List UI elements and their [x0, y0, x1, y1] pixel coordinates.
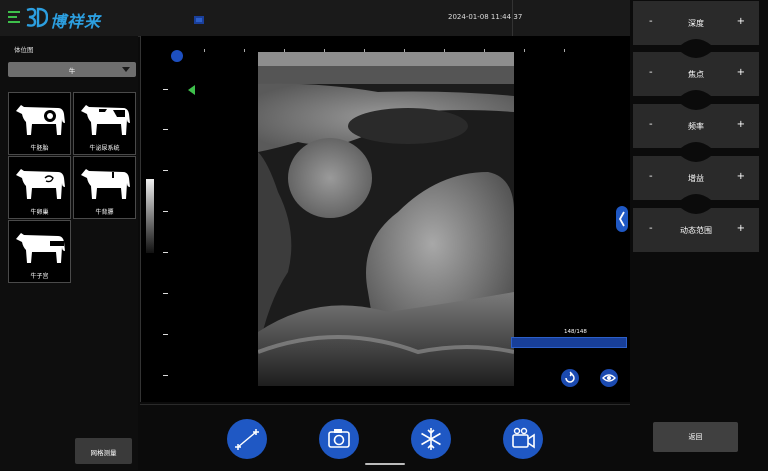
snapshot-button[interactable] — [319, 419, 359, 459]
chevron-down-icon — [122, 67, 130, 72]
panel-title: 体位图 — [14, 46, 34, 54]
thumb-label: 牛卵巢 — [30, 209, 49, 216]
increase-button[interactable]: + — [737, 171, 745, 182]
animal-select-value: 牛 — [68, 67, 76, 75]
cow-icon — [16, 105, 65, 135]
thumb-label: 牛泌尿系统 — [89, 145, 120, 152]
video-icon — [512, 427, 535, 449]
frequency-control[interactable]: - 频率 + — [633, 104, 759, 148]
camera-icon — [328, 429, 350, 448]
body-mark-urinary[interactable]: 牛泌尿系统 — [73, 92, 136, 155]
depth-tick — [163, 89, 168, 90]
ultrasound-view[interactable]: 148/148 — [140, 36, 632, 402]
cow-icon — [81, 169, 130, 199]
cow-icon — [16, 169, 65, 199]
top-bar: 博祥来 2024-01-08 11:44:37 — [0, 0, 630, 37]
thumb-label: 牛胚胎 — [30, 145, 49, 152]
cow-icon — [81, 105, 130, 135]
body-mark-uterus[interactable]: 牛子宫 — [8, 220, 71, 283]
replay-icon[interactable] — [561, 369, 579, 387]
body-mark-ovary[interactable]: 牛卵巢 — [8, 156, 71, 219]
brand-name: 博祥来 — [50, 12, 102, 31]
focus-marker-icon — [188, 85, 195, 95]
cine-progress-bar[interactable] — [511, 337, 627, 348]
depth-tick — [163, 129, 168, 130]
top-tick — [564, 49, 565, 52]
animal-select[interactable]: 牛 — [8, 62, 136, 77]
back-button[interactable]: 返回 — [653, 422, 738, 452]
focus-control[interactable]: - 焦点 + — [633, 52, 759, 96]
increase-button[interactable]: + — [737, 119, 745, 130]
depth-tick — [163, 252, 168, 253]
cine-progress-fill — [512, 338, 626, 347]
frame-counter: 148/148 — [564, 329, 587, 335]
top-tick — [524, 49, 525, 52]
thumb-label: 牛子宫 — [30, 273, 49, 280]
collapse-panel-icon[interactable] — [615, 206, 629, 232]
depth-tick — [163, 375, 168, 376]
grayscale-bar — [146, 179, 154, 253]
depth-tick — [163, 211, 168, 212]
depth-tick — [163, 334, 168, 335]
menu-icon[interactable] — [8, 11, 20, 23]
thumb-label: 牛背膘 — [95, 209, 114, 216]
depth-control[interactable]: - 深度 + — [633, 1, 759, 45]
freeze-button[interactable] — [411, 419, 451, 459]
eye-icon[interactable] — [600, 369, 618, 387]
increase-button[interactable]: + — [737, 16, 745, 27]
depth-tick — [163, 293, 168, 294]
control-panel: - 深度 + - 焦点 + - 频率 + - 增益 + - 动态范围 + 返回 — [630, 0, 768, 470]
measure-icon — [235, 429, 259, 450]
ultrasound-image — [258, 52, 514, 386]
home-indicator — [365, 463, 405, 465]
gain-control[interactable]: - 增益 + — [633, 156, 759, 200]
probe-icon[interactable] — [193, 11, 205, 24]
increase-button[interactable]: + — [737, 223, 745, 234]
measure-button[interactable] — [227, 419, 267, 459]
cow-icon — [16, 233, 65, 263]
dynamic-range-control[interactable]: - 动态范围 + — [633, 208, 759, 252]
orientation-marker — [171, 50, 183, 62]
body-mark-panel: 体位图 牛 牛胚胎 牛泌尿系统 牛卵巢 牛背膘 牛子宫 网格测量 — [0, 36, 138, 470]
body-mark-backfat[interactable]: 牛背膘 — [73, 156, 136, 219]
freeze-icon — [421, 428, 441, 450]
top-tick — [204, 49, 205, 52]
increase-button[interactable]: + — [737, 67, 745, 78]
record-button[interactable] — [503, 419, 543, 459]
top-tick — [244, 49, 245, 52]
body-mark-embryo[interactable]: 牛胚胎 — [8, 92, 71, 155]
depth-tick — [163, 170, 168, 171]
logo-icon — [24, 5, 49, 29]
grid-measure-button[interactable]: 网格测量 — [75, 438, 132, 464]
divider — [512, 0, 513, 36]
bottom-toolbar — [140, 404, 630, 471]
